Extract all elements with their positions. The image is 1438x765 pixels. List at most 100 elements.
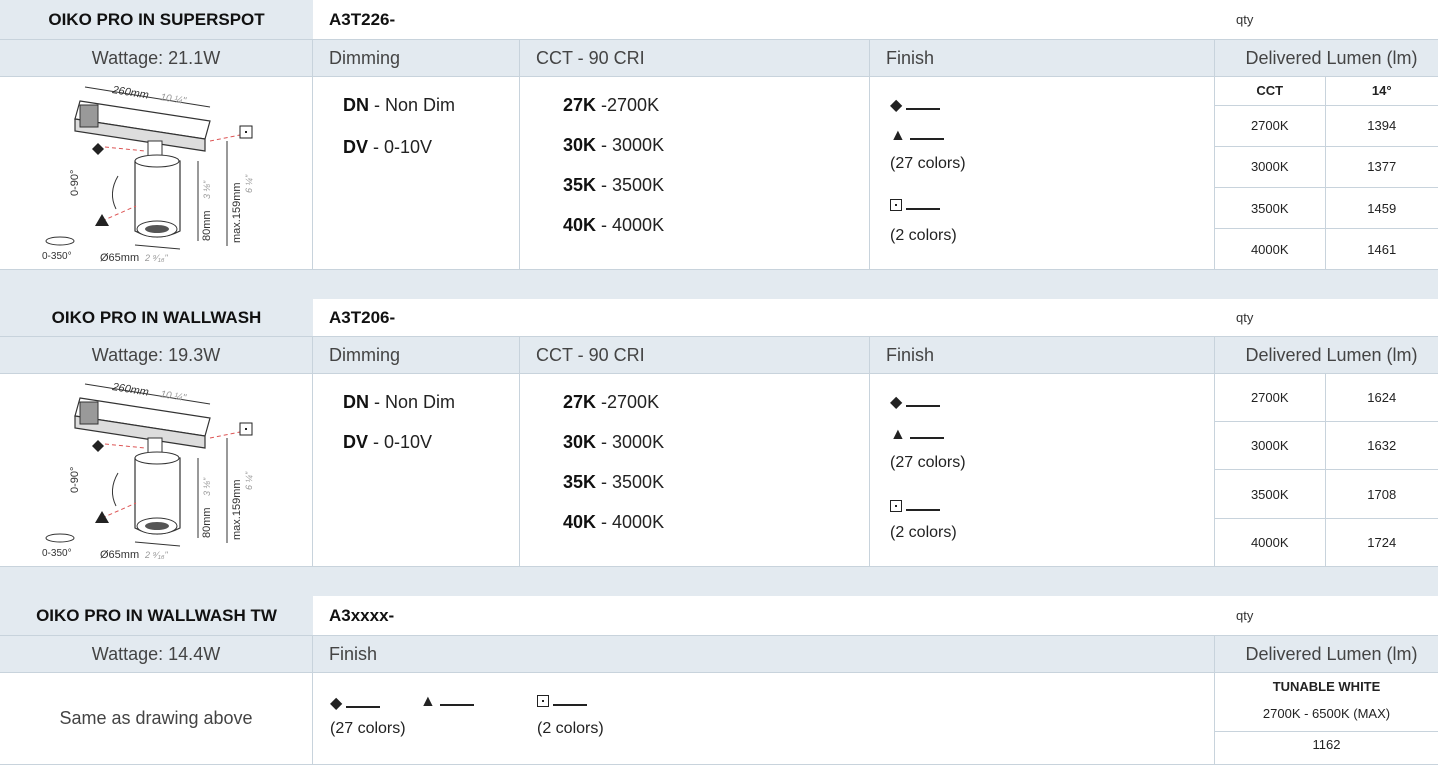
cct-options: 27K -2700K 30K - 3000K 35K - 3500K 40K -… [520, 77, 870, 269]
table-row: 4000K 1461 [1215, 228, 1438, 269]
lumen-col-cct: CCT [1215, 77, 1326, 106]
width-label: 260mm [111, 84, 150, 102]
diamond-icon [92, 143, 104, 155]
cct-header: CCT - 90 CRI [520, 337, 870, 373]
fixture-dimension-drawing: 260mm 10 ¼" 0-90° 0-350° Ø65mm 2 ⁹⁄₁₆" 8… [42, 84, 254, 264]
dimming-options: DN - Non Dim DV - 0-10V [313, 77, 520, 269]
triangle-icon: ▲ [890, 127, 906, 144]
dimming-options: DN - Non Dim DV - 0-10V [313, 374, 520, 566]
drawing-note: Same as drawing above [0, 673, 313, 764]
finish-square [890, 498, 940, 516]
tunable-white-title: TUNABLE WHITE [1272, 679, 1381, 694]
triangle-icon: ▲ [420, 693, 436, 710]
section-body: Same as drawing above ◆ ▲ (27 colors) (2… [0, 673, 1438, 765]
product-name: OIKO PRO IN WALLWASH [0, 299, 313, 336]
section-divider [0, 567, 1438, 596]
section-header: OIKO PRO IN SUPERSPOT A3T226- qty [0, 0, 1438, 40]
column-headers: Wattage: 19.3W Dimming CCT - 90 CRI Fini… [0, 337, 1438, 374]
finish-27-colors: (27 colors) [330, 720, 406, 737]
tilt-label: 0-90° [69, 170, 81, 196]
qty-label: qty [1236, 12, 1254, 27]
diamond-icon: ◆ [890, 97, 903, 114]
section-body: 260mm 10 ¼" 0-90° 0-350° Ø65mm 2 ⁹⁄₁₆" 8… [0, 374, 1438, 567]
finish-diamond: ◆ [890, 392, 941, 412]
product-code: A3T206- [329, 307, 396, 327]
wattage-label: Wattage: 21.1W [0, 40, 313, 76]
finish-diamond: ◆ [330, 693, 381, 713]
finish-triangle: ▲ [420, 693, 474, 711]
finish-options: ◆ ▲ (27 colors) (2 colors) [870, 77, 1215, 269]
max-height-label: max.159mm [231, 182, 243, 243]
svg-text:3 ⅛": 3 ⅛" [202, 180, 212, 199]
column-headers: Wattage: 21.1W Dimming CCT - 90 CRI Fini… [0, 40, 1438, 77]
finish-27-colors: (27 colors) [890, 155, 966, 172]
fixture-drawing-cell: 260mm 10 ¼" 0-90° 0-350° Ø65mm 2 ⁹⁄₁₆" 8… [0, 77, 313, 269]
cct-options: 27K -2700K 30K - 3000K 35K - 3500K 40K -… [520, 374, 870, 566]
finish-diamond: ◆ [890, 95, 941, 115]
lumen-table: 2700K 1624 3000K 1632 3500K 1708 4000K 1724 [1215, 374, 1438, 566]
table-row: 3500K 1708 [1215, 469, 1438, 520]
triangle-icon [95, 214, 109, 226]
lumen-header: Delivered Lumen (lm) [1245, 344, 1418, 365]
square-dot-icon [890, 199, 902, 211]
finish-square [537, 693, 587, 711]
svg-text:2 ⁹⁄₁₆": 2 ⁹⁄₁₆" [144, 550, 168, 560]
section-body: 260mm 10 ¼" 0-90° 0-350° Ø65mm 2 ⁹⁄₁₆" 8… [0, 77, 1438, 270]
finish-square [890, 197, 940, 215]
cct-option: 40K - 4000K [563, 215, 665, 235]
section-header: OIKO PRO IN WALLWASH TW A3xxxx- qty [0, 596, 1438, 636]
qty-label: qty [1236, 310, 1254, 325]
cct-option: 35K - 3500K [563, 175, 665, 195]
cct-option: 35K - 3500K [563, 472, 665, 492]
svg-text:10 ¼": 10 ¼" [160, 91, 188, 107]
product-section-superspot: OIKO PRO IN SUPERSPOT A3T226- qty Wattag… [0, 0, 1438, 270]
cct-option: 27K -2700K [563, 392, 660, 412]
dimming-option: DN - Non Dim [343, 95, 456, 115]
max-height-label: max.159mm [231, 479, 243, 540]
diamond-icon [92, 440, 104, 452]
rotation-label: 0-350° [42, 251, 72, 262]
svg-text:6 ¼": 6 ¼" [244, 471, 254, 490]
cct-option: 30K - 3000K [563, 432, 665, 452]
wattage-label: Wattage: 19.3W [0, 337, 313, 373]
section-divider [0, 270, 1438, 299]
table-row: 3000K 1632 [1215, 421, 1438, 471]
wattage-label: Wattage: 14.4W [0, 636, 313, 672]
table-row: 3500K 1459 [1215, 187, 1438, 230]
product-name: OIKO PRO IN WALLWASH TW [0, 596, 313, 635]
section-header: OIKO PRO IN WALLWASH A3T206- qty [0, 299, 1438, 337]
dimming-option: DN - Non Dim [343, 392, 456, 412]
diamond-icon: ◆ [330, 695, 343, 712]
tunable-white-cell: TUNABLE WHITE 2700K - 6500K (MAX) 1162 [1215, 673, 1438, 764]
lumen-table: CCT 14° 2700K 1394 3000K 1377 3500K 1459 400… [1215, 77, 1438, 269]
finish-options: ◆ ▲ (27 colors) (2 colors) [870, 374, 1215, 566]
dimming-header: Dimming [313, 40, 520, 76]
triangle-icon [95, 511, 109, 523]
cct-option: 40K - 4000K [563, 512, 665, 532]
product-code: A3xxxx- [329, 605, 395, 625]
rotation-label: 0-350° [42, 548, 72, 559]
product-section-wallwash: OIKO PRO IN WALLWASH A3T206- qty Wattage… [0, 299, 1438, 567]
lumen-table-cell: 2700K 1624 3000K 1632 3500K 1708 4000K 1724 [1215, 374, 1438, 566]
finish-27-colors: (27 colors) [890, 454, 966, 471]
fixture-drawing-cell: 260mm 10 ¼" 0-90° 0-350° Ø65mm 2 ⁹⁄₁₆" 8… [0, 374, 313, 566]
body-height-label: 80mm [201, 210, 213, 241]
dimming-option: DV - 0-10V [343, 137, 433, 157]
lumen-table-cell: CCT 14° 2700K 1394 3000K 1377 3500K 1459 400… [1215, 77, 1438, 269]
body-height-label: 80mm [201, 507, 213, 538]
product-section-wallwash-tw: OIKO PRO IN WALLWASH TW A3xxxx- qty Watt… [0, 596, 1438, 765]
table-row: 3000K 1377 [1215, 146, 1438, 189]
finish-2-colors: (2 colors) [890, 524, 957, 541]
cct-option: 30K - 3000K [563, 135, 665, 155]
finish-2-colors: (2 colors) [890, 227, 957, 244]
tilt-label: 0-90° [69, 467, 81, 493]
svg-text:10 ¼": 10 ¼" [160, 388, 188, 404]
product-name: OIKO PRO IN SUPERSPOT [0, 0, 313, 39]
finish-2-colors: (2 colors) [537, 720, 604, 737]
svg-text:6 ¼": 6 ¼" [244, 174, 254, 193]
cct-option: 27K -2700K [563, 95, 660, 115]
svg-text:2 ⁹⁄₁₆": 2 ⁹⁄₁₆" [144, 253, 168, 263]
dimming-header: Dimming [313, 337, 520, 373]
triangle-icon: ▲ [890, 426, 906, 443]
diameter-label: Ø65mm [100, 252, 139, 264]
